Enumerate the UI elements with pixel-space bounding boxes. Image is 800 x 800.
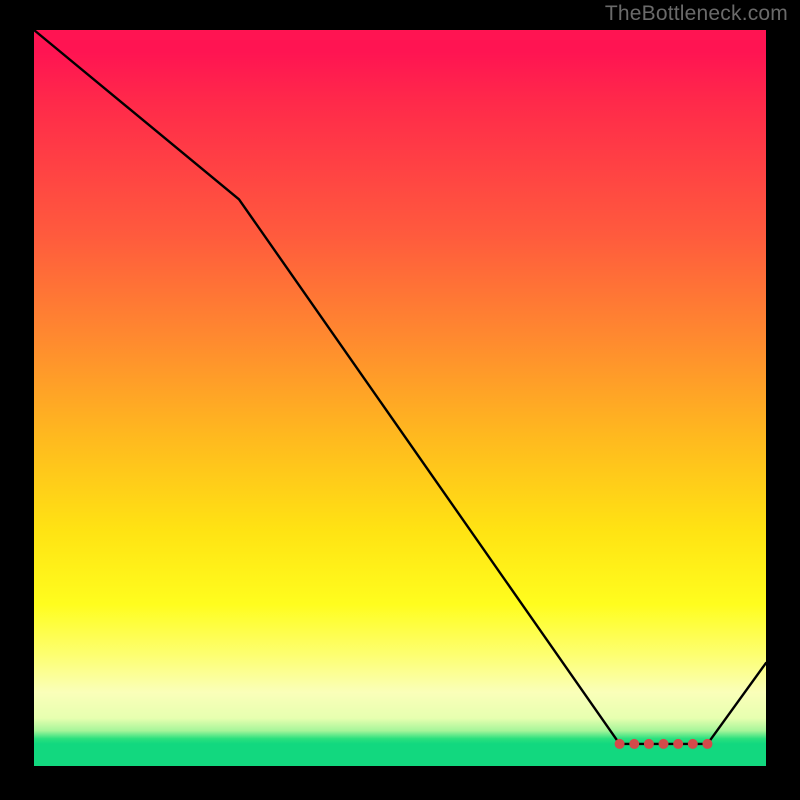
optimal-marker-dot [615, 739, 624, 748]
optimal-range-markers [615, 739, 712, 748]
optimal-marker-dot [630, 739, 639, 748]
bottleneck-curve [34, 30, 766, 744]
optimal-marker-dot [644, 739, 653, 748]
plot-area [34, 30, 766, 766]
chart-overlay [34, 30, 766, 766]
chart-container: TheBottleneck.com [0, 0, 800, 800]
optimal-marker-dot [703, 739, 712, 748]
optimal-marker-dot [674, 739, 683, 748]
optimal-marker-dot [659, 739, 668, 748]
source-credit: TheBottleneck.com [605, 2, 788, 26]
optimal-marker-dot [688, 739, 697, 748]
